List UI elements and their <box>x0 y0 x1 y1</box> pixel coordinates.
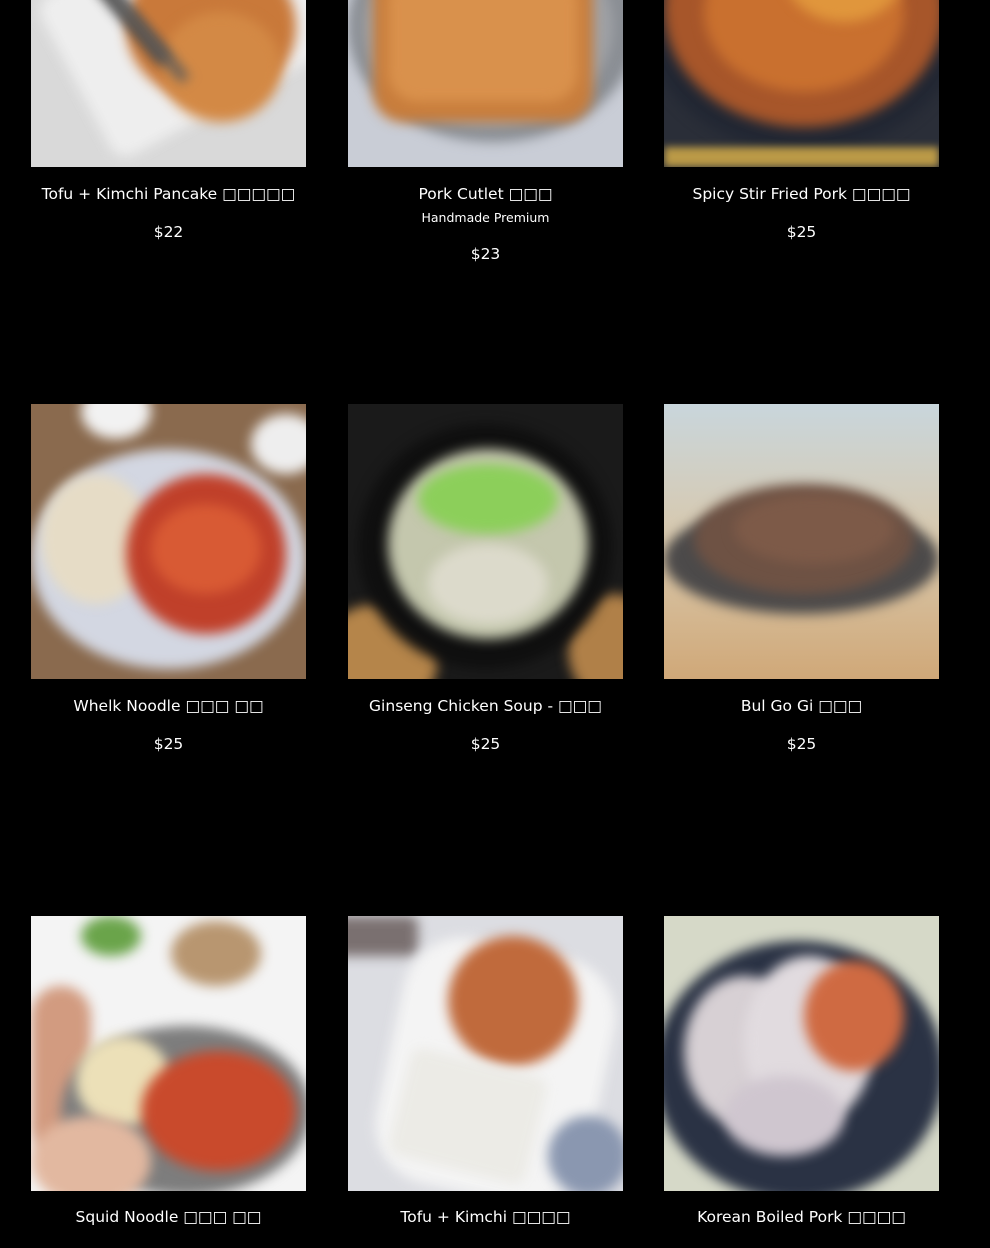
menu-item-name[interactable]: Pork Cutlet □□□ <box>328 184 643 204</box>
menu-item-name[interactable]: Korean Boiled Pork □□□□ <box>644 1207 959 1227</box>
menu-item-name[interactable]: Tofu + Kimchi Pancake □□□□□ <box>11 184 326 204</box>
food-photo-squid-noodle[interactable] <box>31 916 306 1191</box>
menu-item-price: $23 <box>470 245 501 263</box>
menu-item-name[interactable]: Whelk Noodle □□□ □□ <box>11 696 326 716</box>
food-photo-bulgogi[interactable] <box>664 404 939 679</box>
menu-item-subtitle: Handmade Premium <box>421 210 550 225</box>
food-photo-spicy-pork[interactable] <box>664 0 939 167</box>
menu-item-price: $22 <box>153 223 184 241</box>
food-photo-pancake[interactable] <box>31 0 306 167</box>
menu-item-name[interactable]: Tofu + Kimchi □□□□ <box>328 1207 643 1227</box>
food-photo-pork-cutlet[interactable] <box>348 0 623 167</box>
food-photo-tofu-kimchi[interactable] <box>348 916 623 1191</box>
menu-item-name[interactable]: Ginseng Chicken Soup - □□□ <box>328 696 643 716</box>
food-photo-ginseng-soup[interactable] <box>348 404 623 679</box>
menu-item-name[interactable]: Spicy Stir Fried Pork □□□□ <box>644 184 959 204</box>
menu-item-price: $25 <box>786 223 817 241</box>
menu-item-name[interactable]: Bul Go Gi □□□ <box>644 696 959 716</box>
menu-item-price: $25 <box>153 735 184 753</box>
menu-item-price: $25 <box>470 735 501 753</box>
food-photo-whelk-noodle[interactable] <box>31 404 306 679</box>
food-photo-boiled-pork[interactable] <box>664 916 939 1191</box>
menu-item-name[interactable]: Squid Noodle □□□ □□ <box>11 1207 326 1227</box>
menu-item-price: $25 <box>786 735 817 753</box>
